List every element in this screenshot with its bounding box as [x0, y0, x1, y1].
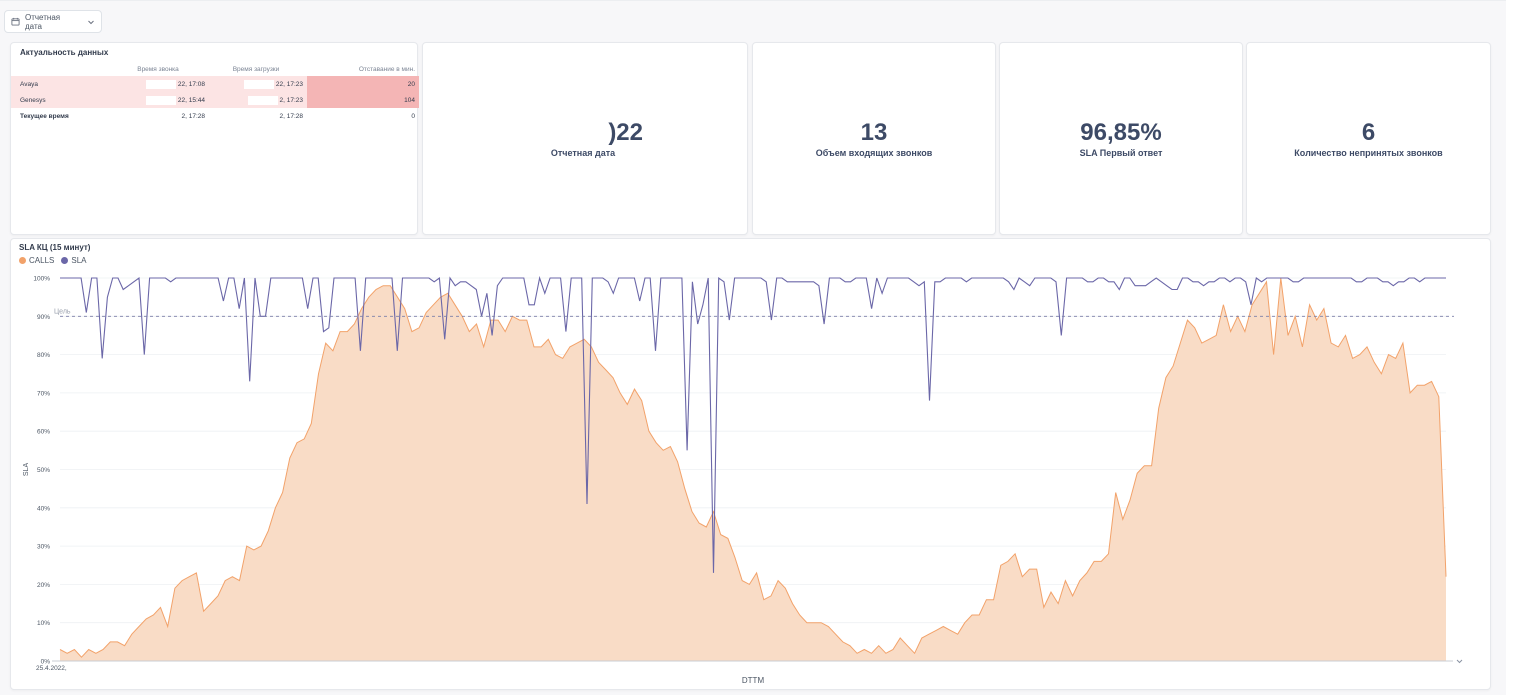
x-tick-label: 25.4.2022,	[36, 665, 67, 672]
kpi-label: Количество непринятых звонков	[1294, 148, 1443, 158]
kpi-card-incoming-calls: 13 Объем входящих звонков	[752, 42, 996, 235]
kpi-label: SLA Первый ответ	[1079, 148, 1163, 158]
y-tick-label: 30%	[37, 544, 50, 551]
row-lag: 20	[307, 76, 419, 92]
data-freshness-card: Актуальность данных Время звонка Время з…	[10, 42, 419, 235]
goal-label: Цель	[54, 308, 71, 315]
redaction-mask	[243, 79, 274, 89]
row-name: Avaya	[11, 76, 111, 92]
kpi-value: 6	[1361, 119, 1376, 146]
y-tick-label: 60%	[37, 429, 50, 436]
kpi-card-report-date: )22 Отчетная дата	[422, 42, 748, 235]
sla-chart-card: SLA КЦ (15 минут) CALLS SLA Цель 0% 10% 20…	[10, 238, 1491, 690]
y-axis-ticks: 0%10%20%30%40%50%60%70%80%90%100%	[33, 276, 50, 666]
table-row: Avaya 22, 17:08 22, 17:23 20	[11, 76, 419, 92]
data-freshness-table: Время звонка Время загрузки Отставание в…	[11, 63, 419, 124]
row-load-time: 2, 17:28	[209, 108, 307, 124]
y-tick-label: 10%	[37, 620, 50, 627]
redaction-mask	[247, 95, 278, 105]
table-header: Время звонка Время загрузки Отставание в…	[11, 63, 419, 76]
column-header-call-time: Время звонка	[137, 66, 179, 73]
y-tick-label: 100%	[33, 276, 50, 283]
kpi-value: 13	[860, 119, 888, 146]
column-header-load-time: Время загрузки	[232, 66, 280, 73]
calendar-icon	[11, 17, 20, 26]
redaction-mask	[145, 95, 176, 105]
y-tick-label: 90%	[37, 314, 50, 321]
report-date-filter-label: Отчетная дата	[25, 12, 61, 31]
kpi-value: )22	[608, 119, 643, 146]
chevron-down-icon	[88, 20, 94, 24]
row-lag: 0	[411, 112, 415, 120]
y-tick-label: 80%	[37, 352, 50, 359]
table-row: Текущее время 2, 17:28 2, 17:28 0	[11, 108, 419, 124]
table-row: Genesys 22, 15:44 2, 17:23 104	[11, 92, 419, 108]
row-call-time: 22, 17:08	[111, 76, 209, 92]
data-freshness-title: Актуальность данных	[20, 48, 109, 57]
row-name: Genesys	[11, 92, 111, 108]
kpi-card-missed-calls: 6 Количество непринятых звонков	[1246, 42, 1491, 235]
row-load-time: 22, 17:23	[209, 76, 307, 92]
kpi-label: Объем входящих звонков	[815, 148, 933, 158]
y-axis-title: SLA	[23, 463, 30, 477]
y-tick-label: 50%	[37, 467, 50, 474]
kpi-value: 96,85%	[1080, 119, 1162, 146]
y-tick-label: 40%	[37, 505, 50, 512]
redaction-mask	[149, 111, 180, 121]
column-header-lag: Отставание в мин.	[358, 66, 415, 73]
row-load-time: 2, 17:23	[209, 92, 307, 108]
y-tick-label: 20%	[37, 582, 50, 589]
column-header	[11, 63, 111, 76]
row-name: Текущее время	[20, 112, 69, 120]
chevron-down-icon[interactable]	[1456, 659, 1463, 664]
y-tick-label: 70%	[37, 390, 50, 397]
row-lag: 104	[307, 92, 419, 108]
sla-chart: Цель 0%10%20%30%40%50%60%70%80%90%100% 2…	[23, 276, 1463, 685]
row-call-time: 2, 17:28	[111, 108, 209, 124]
kpi-label: Отчетная дата	[550, 148, 616, 158]
x-axis-title: DTTM	[742, 676, 765, 685]
report-date-filter[interactable]: Отчетная дата	[4, 10, 102, 33]
redaction-mask	[145, 79, 176, 89]
dashboard-canvas: Отчетная дата Актуальность данных Время …	[0, 0, 1506, 695]
row-call-time: 22, 15:44	[111, 92, 209, 108]
redaction-mask	[247, 111, 278, 121]
kpi-card-sla-first-answer: 96,85% SLA Первый ответ	[999, 42, 1243, 235]
